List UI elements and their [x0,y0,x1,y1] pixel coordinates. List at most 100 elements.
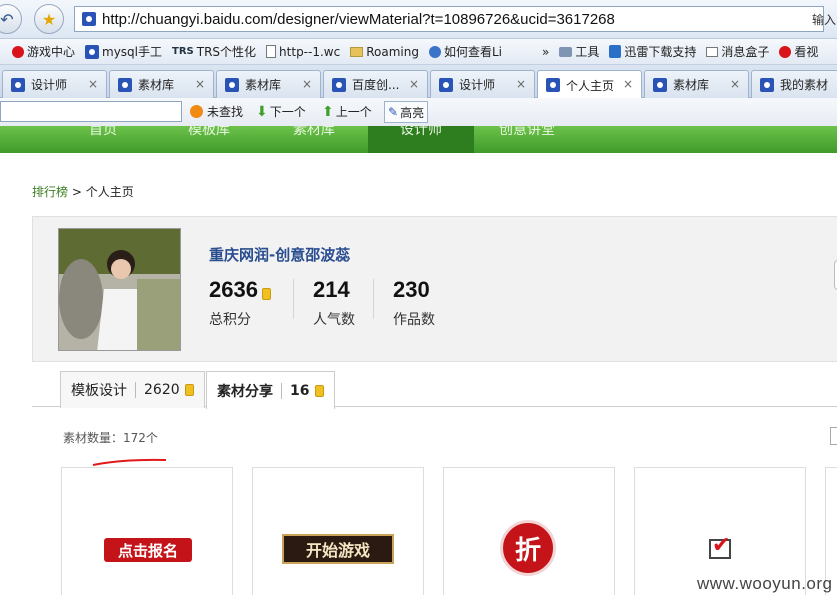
highlight-button[interactable]: ✎ 高亮 [384,101,429,123]
profile-name[interactable]: 重庆网润-创意邵波蕊 [209,244,350,265]
nav-classroom[interactable]: 创意讲堂 [499,126,555,139]
back-button[interactable]: ↶ [0,4,22,34]
nav-templates[interactable]: 模板库 [188,126,230,139]
find-bar: 未查找 ⬇ 下一个 ⬆ 上一个 ✎ 高亮 [0,98,837,126]
tab-favicon-icon [546,78,560,92]
tab-close-icon[interactable]: × [623,77,633,91]
url-text: http://chuangyi.baidu.com/designer/viewM… [102,10,615,28]
material-card[interactable]: 点击报名 [61,467,233,595]
tab-close-icon[interactable]: × [88,77,98,91]
highlight-label: 高亮 [400,105,425,120]
avatar[interactable] [58,228,181,351]
favorites-bar: 游戏中心 mysql手工 TRS TRS个性化 http--1.wc Roaming 如何查… [0,39,837,65]
find-prev-label: 上一个 [335,105,372,119]
site-nav: 首页 模板库 素材库 设计师 创意讲堂 [0,126,837,153]
favorite-item[interactable]: 迅雷下载支持 [609,43,696,60]
folder-icon [350,46,364,57]
tab-favicon-icon [760,77,774,92]
select-all-checkbox[interactable] [830,427,837,445]
favorite-item[interactable]: http--1.wc [266,45,340,59]
tab-close-icon[interactable]: × [516,77,526,91]
browser-tab[interactable]: 设计师 × [2,70,107,98]
favorite-item[interactable]: mysql手工 [85,43,162,60]
browser-tab[interactable]: 素材库 × [109,70,214,98]
favorite-item[interactable]: 看视 [779,43,818,60]
tab-label: 个人主页 [566,78,615,93]
material-count: 素材数量：172个 [63,429,158,446]
red-circle-icon [12,45,24,58]
find-next-label: 下一个 [269,105,306,119]
browser-tab[interactable]: 设计师 × [430,70,535,98]
favorite-label: 迅雷下载支持 [624,45,697,59]
stat-divider [373,279,374,319]
tab-close-icon[interactable]: × [409,77,419,91]
browser-tab[interactable]: 我的素材× [751,70,837,98]
coin-icon [261,287,271,300]
trs-icon: TRS [172,46,194,57]
tab-favicon-icon [225,77,239,92]
tab-label: 设计师 [459,78,496,92]
tab-material-share-label: 素材分享 [217,383,273,400]
tab-close-icon[interactable]: × [730,77,740,91]
tab-material-share-count: 16 [290,382,310,399]
favorite-item[interactable]: 消息盒子 [706,43,769,60]
favorite-star-button[interactable]: ★ [34,4,64,34]
find-orange-icon [190,105,203,118]
card-discount-badge: 折 [500,520,556,576]
go-label[interactable]: 输入 [812,11,836,28]
tab-separator [135,382,136,398]
find-prev-button[interactable]: ⬆ 上一个 [322,103,372,120]
tab-material-share[interactable]: 素材分享 16 [206,371,336,409]
favorite-label: 如何查看Li [443,45,502,59]
breadcrumb-ranking-link[interactable]: 排行榜 [32,185,68,199]
coin-icon [315,384,325,397]
tab-template-design-count: 2620 [144,382,180,398]
card-signup-badge: 点击报名 [104,538,192,562]
tools-icon [559,46,573,57]
nav-materials[interactable]: 素材库 [293,126,335,139]
tab-close-icon[interactable]: × [195,77,205,91]
tab-template-design[interactable]: 模板设计 2620 [60,371,205,408]
material-card[interactable]: 开始游戏 [252,467,424,595]
video-icon [779,45,792,58]
avatar-photo-icon [59,229,180,350]
favorite-label: Roaming [366,44,419,59]
tab-label: 设计师 [31,78,68,92]
tab-label: 我的素材 [780,78,829,92]
favorite-label: 看视 [794,45,819,59]
browser-tab[interactable]: 个人主页 × [537,70,642,99]
stat-works-label: 作品数 [393,312,435,328]
find-next-button[interactable]: ⬇ 下一个 [256,103,306,120]
browser-tab[interactable]: 素材库 × [644,70,749,98]
profile-tabs: 模板设计 2620 素材分享 16 [32,362,837,409]
favorite-label: 消息盒子 [721,45,770,59]
star-icon: ★ [41,9,57,29]
browser-tab[interactable]: 百度创... × [323,70,428,98]
stat-popularity: 214 人气数 [313,277,355,329]
stat-divider [293,279,294,319]
site-favicon-icon [82,12,96,26]
url-field[interactable]: http://chuangyi.baidu.com/designer/viewM… [74,6,824,32]
nav-home[interactable]: 首页 [89,126,117,139]
favorite-label: http--1.wc [279,44,341,59]
favorite-item[interactable]: TRS TRS个性化 [172,43,256,60]
material-card[interactable]: 折 [443,467,615,595]
arrow-up-icon: ⬆ [322,103,334,120]
browser-window: ↶ ★ http://chuangyi.baidu.com/designer/v… [0,0,837,595]
address-bar: ↶ ★ http://chuangyi.baidu.com/designer/v… [0,0,837,39]
favorite-item[interactable]: 游戏中心 [12,43,75,60]
favorite-item[interactable]: Roaming [350,45,419,59]
profile-panel: 重庆网润-创意邵波蕊 2636 总积分 214 人气数 230 作品数 [32,216,837,362]
find-input[interactable] [0,101,182,122]
favorite-item[interactable]: 工具 [559,43,599,60]
arrow-down-icon: ⬇ [256,103,268,120]
favorite-item[interactable]: 如何查看Li [428,43,502,60]
tab-close-icon[interactable]: × [302,77,312,91]
tab-favicon-icon [439,77,453,92]
tab-separator [281,382,282,399]
browser-tab[interactable]: 素材库 × [216,70,321,98]
favorites-overflow-button[interactable]: » [542,45,549,59]
material-count-value: 172个 [123,431,158,445]
nav-designers[interactable]: 设计师 [400,126,442,139]
tab-strip: 设计师 × 素材库 × 素材库 × 百度创... × 设计师 × 个人主页 × 素材库 × 我的素材× [0,65,837,99]
